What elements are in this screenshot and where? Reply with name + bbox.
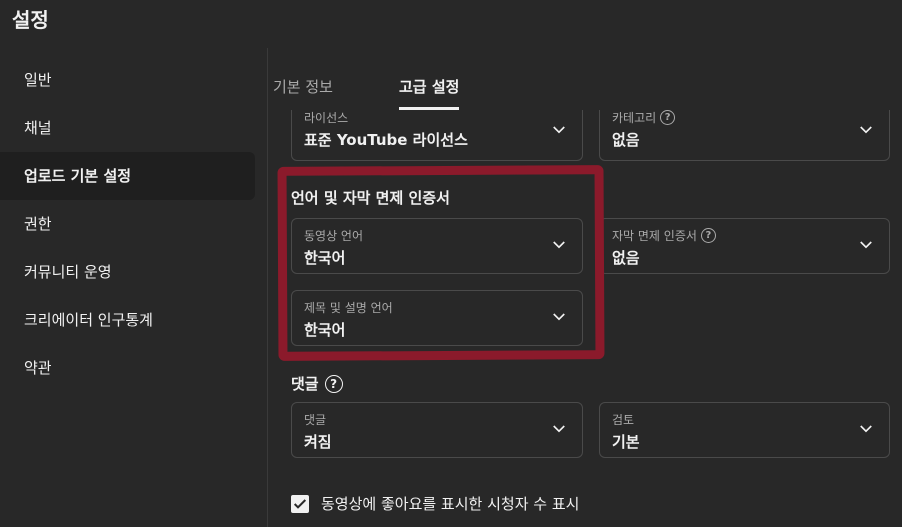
category-value: 없음 [612,131,640,149]
review-label: 검토 [612,413,635,427]
main-content: 라이선스 표준 YouTube 라이선스 카테고리 ? 없음 기본 정보 고급 … [269,48,902,527]
title-language-label: 제목 및 설명 언어 [304,301,393,315]
caption-cert-label: 자막 면제 인증서 [612,229,697,243]
chevron-down-icon [553,425,565,433]
chevron-down-icon [860,125,872,133]
license-label: 라이선스 [304,111,349,125]
video-language-label: 동영상 언어 [304,229,364,243]
help-icon[interactable]: ? [660,110,676,125]
tab-basic-info[interactable]: 기본 정보 [273,76,333,110]
license-value: 표준 YouTube 라이선스 [304,131,468,149]
page-title: 설정 [12,8,49,32]
caption-cert-select[interactable]: 자막 면제 인증서 ? 없음 [599,218,890,274]
video-language-select[interactable]: 동영상 언어 한국어 [291,218,583,274]
review-value: 기본 [612,433,640,451]
sidebar-item-channel[interactable]: 채널 [0,104,255,152]
chevron-down-icon [860,241,872,249]
sidebar-item-community[interactable]: 커뮤니티 운영 [0,248,255,296]
video-language-value: 한국어 [304,249,346,267]
help-icon[interactable]: ? [700,228,716,243]
comments-select[interactable]: 댓글 켜짐 [291,402,583,458]
chevron-down-icon [553,241,565,249]
header: 설정 [0,0,902,48]
like-count-option: 동영상에 좋아요를 표시한 시청자 수 표시 [291,493,579,514]
sidebar-item-creator-demographics[interactable]: 크리에이터 인구통계 [0,296,255,344]
like-count-checkbox[interactable] [291,494,309,513]
review-select[interactable]: 검토 기본 [599,402,890,458]
sidebar-item-permissions[interactable]: 권한 [0,200,255,248]
category-label: 카테고리 [612,111,657,125]
comments-value: 켜짐 [304,433,332,451]
caption-cert-value: 없음 [612,249,640,267]
chevron-down-icon [553,313,565,321]
language-section-title: 언어 및 자막 면제 인증서 [291,189,450,207]
chevron-down-icon [860,425,872,433]
like-count-label: 동영상에 좋아요를 표시한 시청자 수 표시 [321,495,580,513]
comments-section-title: 댓글 [291,375,319,393]
comments-label: 댓글 [304,413,327,427]
chevron-down-icon [553,125,565,133]
sidebar-item-upload-defaults[interactable]: 업로드 기본 설정 [0,152,255,200]
sidebar-item-general[interactable]: 일반 [0,56,255,104]
help-icon[interactable]: ? [324,374,343,393]
tab-advanced-settings[interactable]: 고급 설정 [399,76,460,110]
sidebar: 일반 채널 업로드 기본 설정 권한 커뮤니티 운영 크리에이터 인구통계 약관 [0,48,268,527]
title-language-select[interactable]: 제목 및 설명 언어 한국어 [291,290,583,346]
tab-bar: 기본 정보 고급 설정 [269,48,902,110]
title-language-value: 한국어 [304,321,346,339]
sidebar-item-agreements[interactable]: 약관 [0,344,255,392]
checkmark-icon [293,498,307,509]
